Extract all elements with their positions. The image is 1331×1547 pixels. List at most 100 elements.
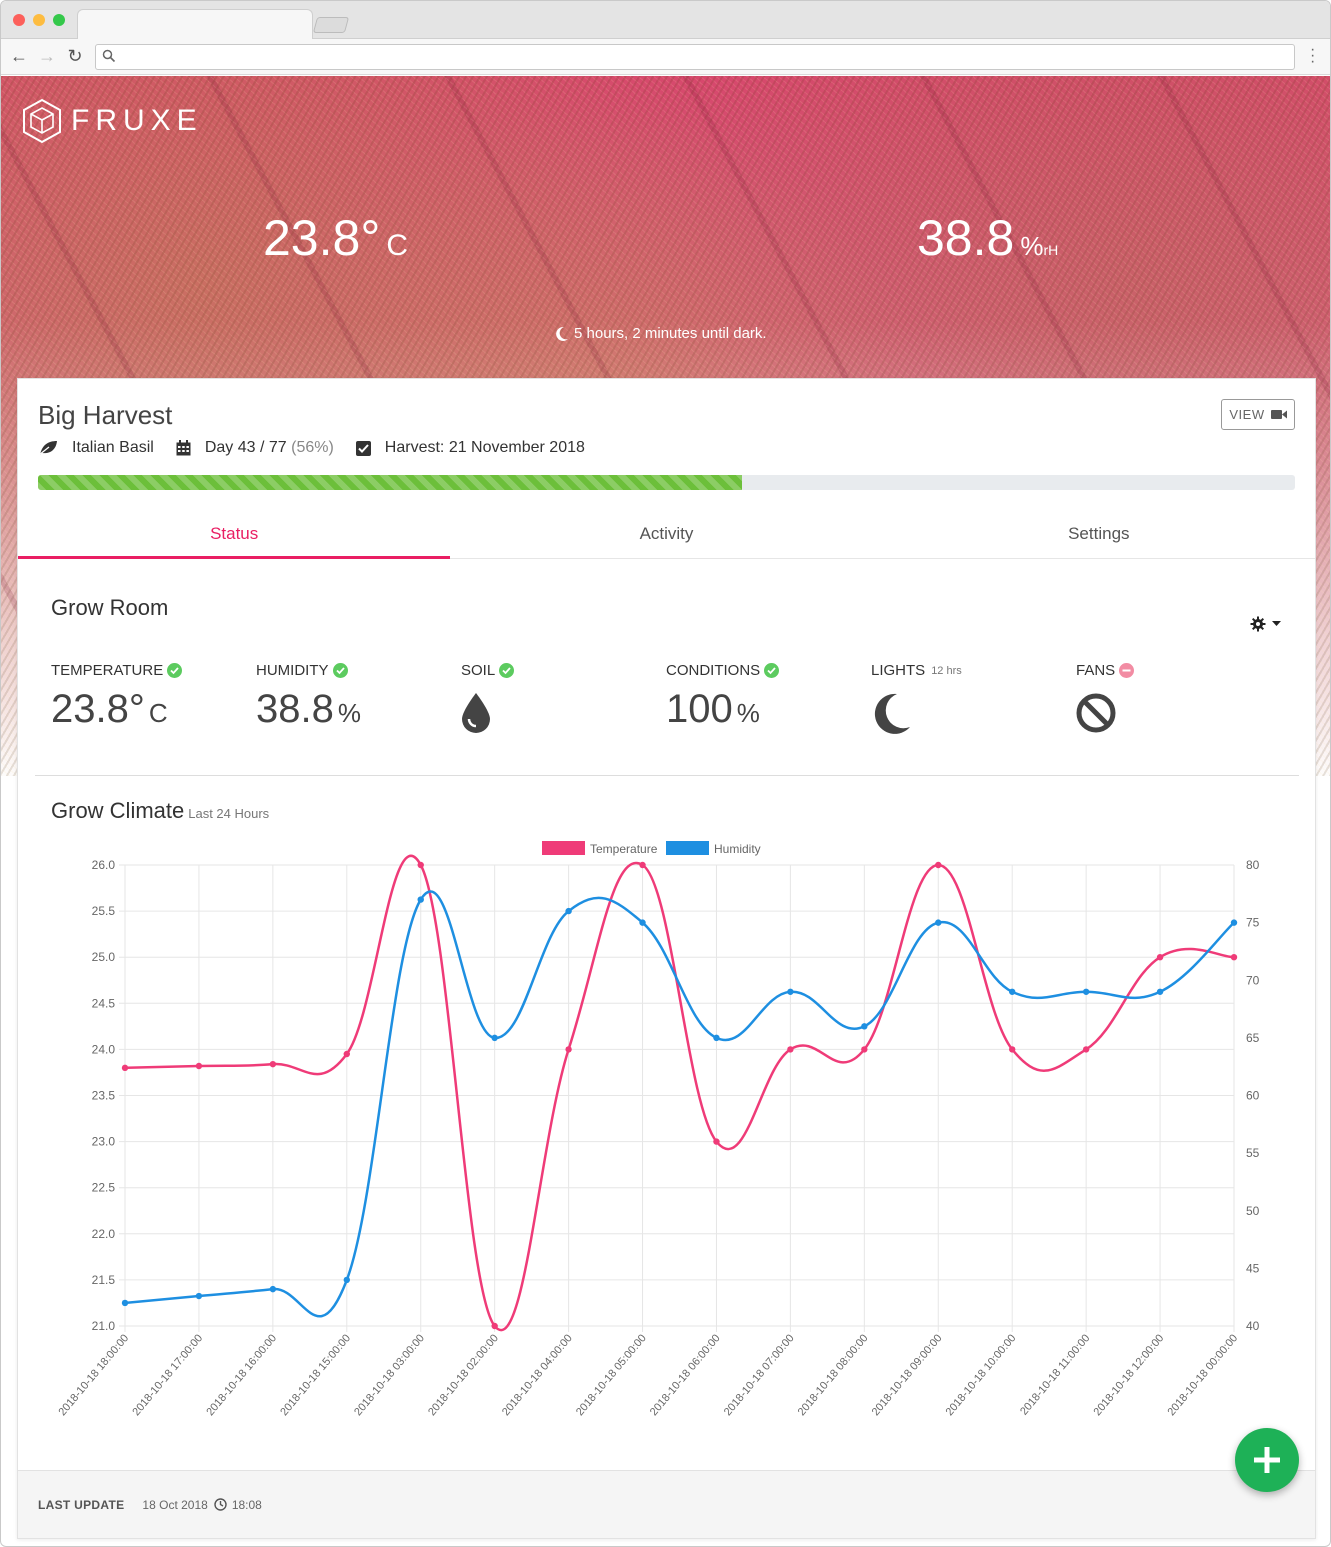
grow-progress-bar [38, 475, 1295, 490]
gear-icon [1250, 616, 1266, 632]
browser-tab[interactable] [77, 9, 313, 40]
data-point-temperature [269, 1060, 277, 1068]
maximize-window-button[interactable] [53, 14, 65, 26]
harvest-date: Harvest: 21 November 2018 [384, 439, 585, 456]
x-tick-label: 2018-10-18 17:00:00 [130, 1332, 205, 1418]
y-left-tick-label: 23.5 [92, 1089, 116, 1103]
y-left-tick-label: 25.0 [92, 950, 116, 964]
browser-menu-icon[interactable]: · · · [1310, 42, 1316, 70]
cube-logo-icon [23, 98, 61, 144]
check-circle-icon [764, 663, 780, 678]
x-tick-label: 2018-10-18 07:00:00 [722, 1332, 797, 1418]
grow-climate-chart: 26.0 25.5 25.0 24.5 24.0 23.5 23.0 22.5 22.0 21.5… [56, 841, 1260, 1418]
close-window-button[interactable] [13, 14, 25, 26]
x-tick-label: 2018-10-18 12:00:00 [1092, 1332, 1167, 1418]
y-right-tick-label: 60 [1246, 1089, 1260, 1103]
grow-card: Big Harvest VIEW Italian Basil Day 43 / … [17, 378, 1316, 1539]
page-title: Big Harvest [38, 400, 173, 430]
view-camera-button[interactable]: VIEW [1221, 399, 1295, 430]
new-tab-button[interactable] [312, 17, 350, 33]
y-left-tick-label: 21.5 [92, 1273, 116, 1287]
hero-humidity: 38.8 %rH [917, 210, 1059, 266]
browser-toolbar: ← → ↻ · · · [1, 39, 1330, 75]
y-left-tick-label: 26.0 [92, 858, 116, 872]
ban-icon [1076, 693, 1116, 733]
data-point-temperature [935, 861, 942, 869]
data-point-temperature [121, 1064, 129, 1072]
data-point-humidity [861, 1023, 868, 1030]
data-point-temperature [639, 861, 646, 869]
logo-text: FRUXE [71, 104, 203, 137]
data-point-temperature [1230, 954, 1238, 961]
fruxe-logo[interactable]: FRUXE [21, 98, 203, 144]
address-bar[interactable] [95, 44, 1295, 70]
data-point-humidity [1156, 988, 1164, 995]
check-circle-icon [167, 663, 183, 678]
data-point-humidity [195, 1292, 203, 1300]
forward-icon[interactable]: → [37, 46, 57, 67]
tab-activity[interactable]: Activity [450, 514, 882, 558]
tab-status[interactable]: Status [18, 514, 451, 559]
data-point-humidity [417, 896, 424, 903]
data-point-temperature [787, 1046, 794, 1053]
data-point-humidity [935, 919, 942, 926]
data-point-temperature [565, 1046, 572, 1053]
check-circle-icon [332, 663, 348, 678]
browser-window: ← → ↻ · · · FRUXE 23.8° C 38.8 %rH 5 hou… [0, 0, 1331, 1547]
reload-icon[interactable]: ↻ [65, 46, 85, 67]
tab-settings[interactable]: Settings [883, 514, 1315, 558]
y-right-tick-label: 70 [1246, 973, 1260, 987]
clock-icon [214, 1498, 227, 1511]
calendar-icon [176, 440, 191, 456]
minimize-window-button[interactable] [33, 14, 45, 26]
x-tick-label: 2018-10-18 10:00:00 [944, 1332, 1019, 1418]
crop-name: Italian Basil [72, 439, 154, 456]
x-tick-label: 2018-10-18 15:00:00 [278, 1332, 353, 1418]
grow-room-title: Grow Room [51, 595, 169, 620]
add-button[interactable] [1235, 1428, 1299, 1492]
y-right-tick-label: 50 [1246, 1204, 1260, 1218]
last-update-label: LAST UPDATE [38, 1497, 125, 1512]
y-left-tick-label: 21.0 [92, 1319, 116, 1333]
x-tick-label: 2018-10-18 06:00:00 [648, 1332, 723, 1418]
data-point-humidity [639, 919, 646, 926]
last-update-footer: LAST UPDATE 18 Oct 2018 18:08 [18, 1470, 1315, 1538]
x-tick-label: 2018-10-18 16:00:00 [204, 1332, 279, 1418]
stat-humidity: HUMIDITY 38.8% [256, 662, 361, 731]
grow-meta: Italian Basil Day 43 / 77 (56%) Harvest:… [38, 439, 607, 457]
x-tick-label: 2018-10-18 00:00:00 [1165, 1332, 1240, 1418]
data-point-temperature [1009, 1046, 1016, 1053]
grow-room-stats: TEMPERATURE 23.8° C HUMIDITY 38.8% SOIL C… [51, 662, 1291, 742]
y-right-tick-label: 65 [1246, 1031, 1260, 1045]
data-point-temperature [491, 1322, 498, 1330]
y-left-tick-label: 22.5 [92, 1181, 116, 1195]
data-point-temperature [713, 1138, 720, 1145]
y-left-tick-label: 22.0 [92, 1227, 116, 1241]
y-left-tick-label: 24.0 [92, 1042, 116, 1056]
y-right-tick-label: 75 [1246, 916, 1260, 930]
y-left-tick-label: 24.5 [92, 996, 116, 1010]
hero-temperature: 23.8° C [263, 210, 408, 266]
data-point-temperature [1082, 1046, 1090, 1053]
data-point-humidity [491, 1034, 498, 1042]
back-icon[interactable]: ← [9, 46, 29, 67]
legend-swatch-humidity [666, 841, 709, 855]
room-settings-dropdown[interactable] [1250, 616, 1281, 632]
data-point-temperature [417, 861, 424, 869]
x-tick-label: 2018-10-18 11:00:00 [1018, 1332, 1092, 1417]
check-circle-icon [499, 663, 515, 678]
day-percent: (56%) [291, 439, 334, 456]
data-point-humidity [713, 1034, 720, 1042]
x-tick-label: 2018-10-18 02:00:00 [426, 1332, 501, 1418]
y-left-tick-label: 23.0 [92, 1135, 116, 1149]
day-count: Day 43 / 77 [204, 439, 287, 456]
last-update-date: 18 Oct 2018 [142, 1497, 208, 1512]
y-left-tick-label: 25.5 [92, 904, 116, 918]
data-point-humidity [121, 1299, 129, 1307]
check-square-icon [355, 440, 371, 456]
data-point-temperature [195, 1062, 203, 1070]
browser-titlebar [1, 1, 1330, 40]
stat-soil: SOIL [461, 662, 515, 738]
y-right-tick-label: 80 [1246, 858, 1260, 872]
legend-label-humidity: Humidity [714, 842, 761, 856]
